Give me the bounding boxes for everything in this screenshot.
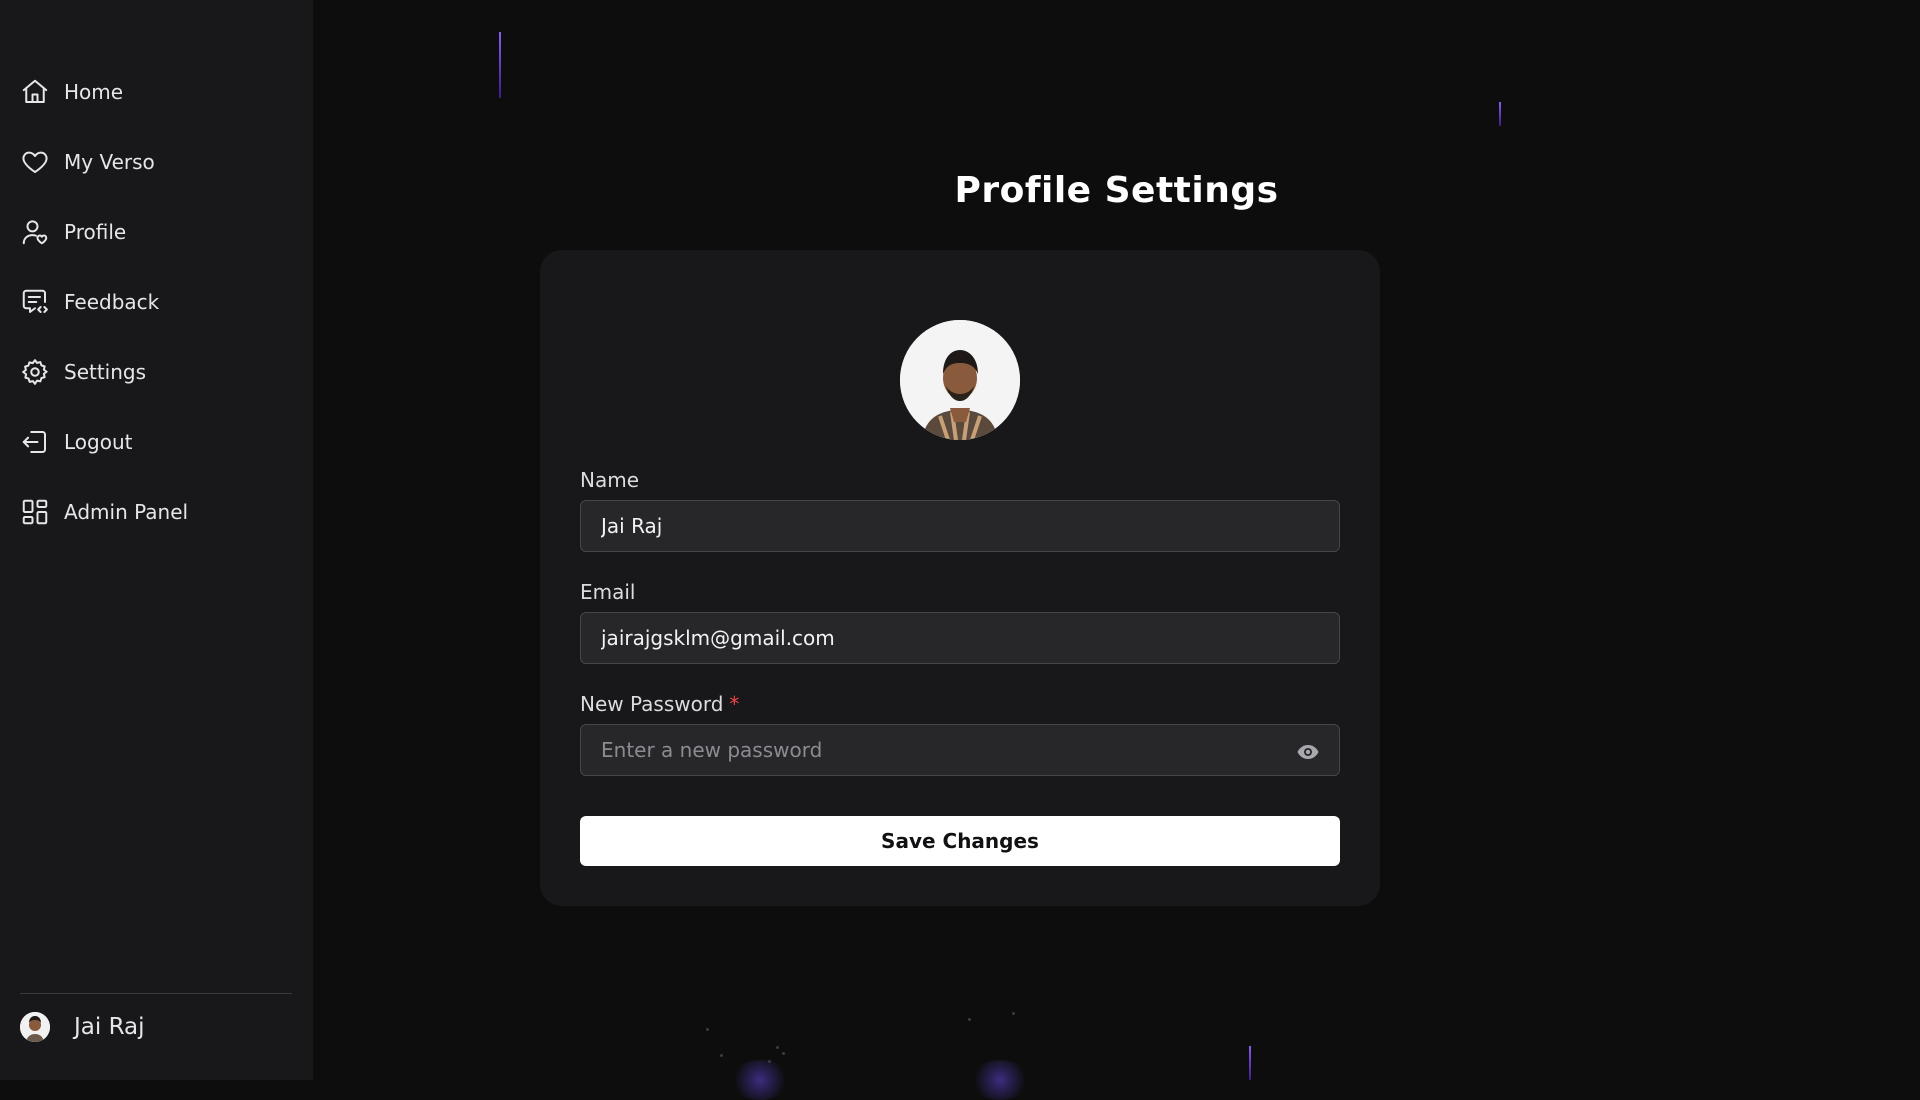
sidebar-item-logout[interactable]: Logout — [20, 422, 292, 462]
home-icon — [20, 77, 50, 107]
user-heart-icon — [20, 217, 50, 247]
sidebar-item-admin-panel[interactable]: Admin Panel — [20, 492, 292, 532]
required-mark: * — [729, 692, 740, 716]
decorative-streak — [1249, 1046, 1251, 1080]
message-code-icon — [20, 287, 50, 317]
email-field[interactable] — [580, 612, 1340, 664]
sidebar: Home My Verso Profile Feedback Settings … — [0, 0, 313, 1080]
sidebar-item-label: Settings — [64, 360, 147, 384]
decorative-dot — [768, 1060, 771, 1063]
decorative-dot — [776, 1046, 779, 1049]
sidebar-item-label: Logout — [64, 430, 133, 454]
avatar — [20, 1012, 50, 1042]
sidebar-item-feedback[interactable]: Feedback — [20, 282, 292, 322]
save-changes-button[interactable]: Save Changes — [580, 816, 1340, 866]
decorative-streak — [499, 32, 501, 98]
page-title-text: Profile Settings — [954, 170, 1279, 211]
sidebar-item-label: Profile — [64, 220, 127, 244]
decorative-dot — [968, 1018, 971, 1021]
logout-icon — [20, 427, 50, 457]
sidebar-nav: Home My Verso Profile Feedback Settings … — [20, 72, 292, 562]
decorative-glow — [970, 1060, 1030, 1100]
decorative-dot — [782, 1052, 785, 1055]
new-password-field[interactable] — [580, 724, 1340, 776]
eye-icon — [1297, 745, 1319, 759]
decorative-dot — [706, 1028, 709, 1031]
sidebar-item-settings[interactable]: Settings — [20, 352, 292, 392]
profile-picture[interactable] — [900, 320, 1020, 440]
show-password-toggle[interactable] — [1292, 736, 1324, 768]
sidebar-item-home[interactable]: Home — [20, 72, 292, 112]
password-label: New Password — [580, 692, 724, 716]
decorative-dot — [1012, 1012, 1015, 1015]
profile-settings-card: Name Email New Password* Save Changes — [540, 250, 1380, 906]
sidebar-item-label: Feedback — [64, 290, 160, 314]
decorative-streak — [1499, 102, 1501, 126]
decorative-glow — [730, 1060, 790, 1100]
sidebar-divider — [20, 993, 292, 994]
sidebar-item-label: Admin Panel — [64, 500, 189, 524]
email-label: Email — [580, 580, 636, 604]
sidebar-user[interactable]: Jai Raj — [20, 1012, 145, 1042]
gear-icon — [20, 357, 50, 387]
grid-icon — [20, 497, 50, 527]
password-label-row: New Password * — [580, 692, 739, 716]
sidebar-user-name: Jai Raj — [74, 1014, 145, 1040]
sidebar-item-profile[interactable]: Profile — [20, 212, 292, 252]
name-field[interactable] — [580, 500, 1340, 552]
page-title: Profile Settings — [0, 170, 1920, 211]
name-label: Name — [580, 468, 640, 492]
decorative-dot — [720, 1054, 723, 1057]
sidebar-item-label: Home — [64, 80, 124, 104]
